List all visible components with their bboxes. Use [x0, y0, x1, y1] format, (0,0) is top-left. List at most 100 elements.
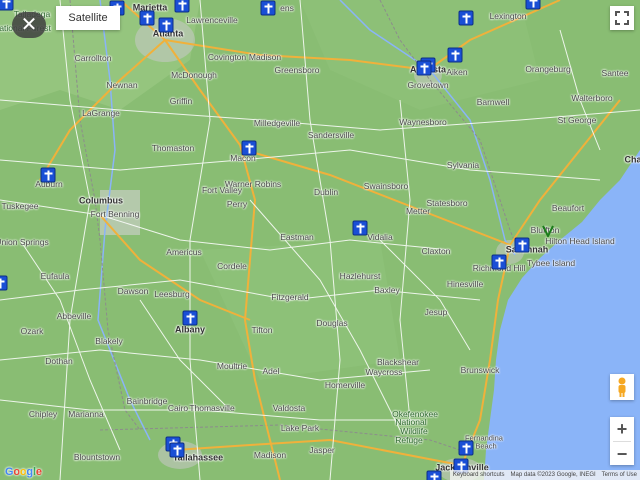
- place-label: Marianna: [68, 408, 104, 419]
- place-label: Greensboro: [274, 64, 320, 75]
- place-label: Americus: [166, 246, 202, 257]
- place-label: Carrollton: [74, 52, 112, 63]
- place-label: Blackshear: [376, 356, 420, 367]
- pegman-icon: [618, 377, 626, 397]
- place-label: Fort Benning: [90, 208, 140, 219]
- place-label: Blakely: [95, 335, 123, 346]
- place-label: Griffin: [169, 95, 193, 106]
- place-label: Thomasville: [189, 402, 235, 413]
- place-label: Madison: [253, 449, 287, 460]
- hospital-pin-icon[interactable]: [458, 440, 474, 456]
- hospital-pin-icon[interactable]: [169, 442, 185, 458]
- place-label: Abbeville: [56, 310, 92, 321]
- hospital-pin-icon[interactable]: [416, 60, 432, 76]
- place-label: Waycross: [365, 366, 403, 377]
- place-label: Jesup: [424, 306, 448, 317]
- place-label: Barnwell: [476, 96, 510, 107]
- place-label: Hilton Head Island: [545, 235, 615, 246]
- place-label: Sandersville: [307, 129, 355, 140]
- place-label: Newnan: [106, 79, 138, 90]
- place-label: Thomaston: [151, 142, 195, 153]
- place-label: Dawson: [117, 285, 149, 296]
- zoom-out-button[interactable]: −: [610, 442, 634, 466]
- place-label: Tuskegee: [1, 200, 39, 211]
- place-label: Columbus: [79, 195, 123, 206]
- place-label: Beach: [475, 441, 497, 451]
- place-label: Refuge: [395, 434, 423, 445]
- location-marker-icon[interactable]: [542, 225, 554, 237]
- hospital-pin-icon[interactable]: [182, 310, 198, 326]
- street-view-pegman-button[interactable]: [610, 374, 634, 400]
- place-label: Fitzgerald: [271, 291, 309, 302]
- place-label: Covington: [207, 51, 247, 62]
- hospital-pin-icon[interactable]: [491, 254, 507, 270]
- hospital-pin-icon[interactable]: [139, 10, 155, 26]
- place-label: Fort Valley: [202, 184, 242, 195]
- place-label: Metter: [405, 205, 431, 216]
- place-label: St George: [557, 114, 597, 125]
- place-label: Jasper: [309, 444, 335, 455]
- hospital-pin-icon[interactable]: [40, 167, 56, 183]
- hospital-pin-icon[interactable]: [525, 0, 541, 10]
- hospital-pin-icon[interactable]: [241, 140, 257, 156]
- place-label: Waynesboro: [399, 116, 447, 127]
- place-label: Douglas: [316, 317, 348, 328]
- place-label: Eastman: [280, 231, 314, 242]
- place-label: Cordele: [217, 260, 247, 271]
- hospital-pin-icon[interactable]: [174, 0, 190, 13]
- keyboard-shortcuts-link[interactable]: Keyboard shortcuts: [453, 470, 505, 480]
- place-label: Grovetown: [407, 79, 449, 90]
- attribution-bar: Keyboard shortcuts Map data ©2023 Google…: [449, 470, 640, 480]
- google-logo[interactable]: Google: [5, 466, 42, 478]
- hospital-pin-icon[interactable]: [158, 17, 174, 33]
- place-label: Santee: [601, 67, 629, 78]
- hospital-pin-icon[interactable]: [514, 237, 530, 253]
- hospital-pin-icon[interactable]: [0, 0, 14, 11]
- place-label: Swainsboro: [363, 180, 409, 191]
- terms-link[interactable]: Terms of Use: [602, 470, 637, 480]
- place-label: Walterboro: [571, 92, 613, 103]
- place-label: Eufaula: [40, 270, 70, 281]
- place-label: Blountstown: [73, 451, 121, 462]
- hospital-pin-icon[interactable]: [458, 10, 474, 26]
- place-label: Ozark: [20, 325, 44, 336]
- place-label: Cha: [624, 154, 640, 165]
- hospital-pin-icon[interactable]: [352, 220, 368, 236]
- hospital-pin-icon[interactable]: [426, 470, 442, 480]
- map-data-text: Map data ©2023 Google, INEGI: [510, 472, 596, 478]
- place-label: Hinesville: [446, 278, 484, 289]
- hospital-pin-icon[interactable]: [0, 275, 8, 291]
- place-label: Valdosta: [272, 402, 306, 413]
- place-label: Tifton: [251, 324, 273, 335]
- place-label: Claxton: [421, 245, 451, 256]
- place-label: Dublin: [313, 186, 339, 197]
- hospital-pin-icon[interactable]: [447, 47, 463, 63]
- place-label: ens: [280, 2, 294, 13]
- close-button[interactable]: ✕: [12, 12, 46, 38]
- place-label: Madison: [248, 51, 282, 62]
- place-label: Perry: [226, 198, 248, 209]
- map-canvas[interactable]: Marietta Atlanta Lawrenceville ens Lexington…: [0, 0, 640, 480]
- place-label: Milledgeville: [253, 117, 301, 128]
- place-label: Beaufort: [551, 202, 585, 213]
- hospital-pin-icon[interactable]: [260, 0, 276, 16]
- place-label: Lexington: [489, 10, 527, 21]
- place-label: Hazlehurst: [339, 270, 381, 281]
- place-label: LaGrange: [82, 107, 120, 118]
- place-label: Statesboro: [426, 197, 468, 208]
- place-label: Moultrie: [216, 360, 248, 371]
- place-label: Bainbridge: [126, 395, 168, 406]
- place-label: Lake Park: [280, 422, 320, 433]
- place-label: Albany: [174, 324, 206, 335]
- satellite-toggle-button[interactable]: Satellite: [56, 6, 120, 30]
- place-label: Vidalia: [367, 231, 393, 242]
- zoom-in-button[interactable]: +: [610, 417, 634, 441]
- place-label: Homerville: [324, 379, 366, 390]
- place-label: Leesburg: [154, 288, 190, 299]
- place-label: Orangeburg: [525, 63, 571, 74]
- place-label: Brunswick: [460, 364, 500, 375]
- fullscreen-icon: [615, 11, 629, 25]
- place-label: McDonough: [171, 69, 217, 80]
- fullscreen-button[interactable]: [610, 6, 634, 30]
- place-label: Chipley: [28, 408, 58, 419]
